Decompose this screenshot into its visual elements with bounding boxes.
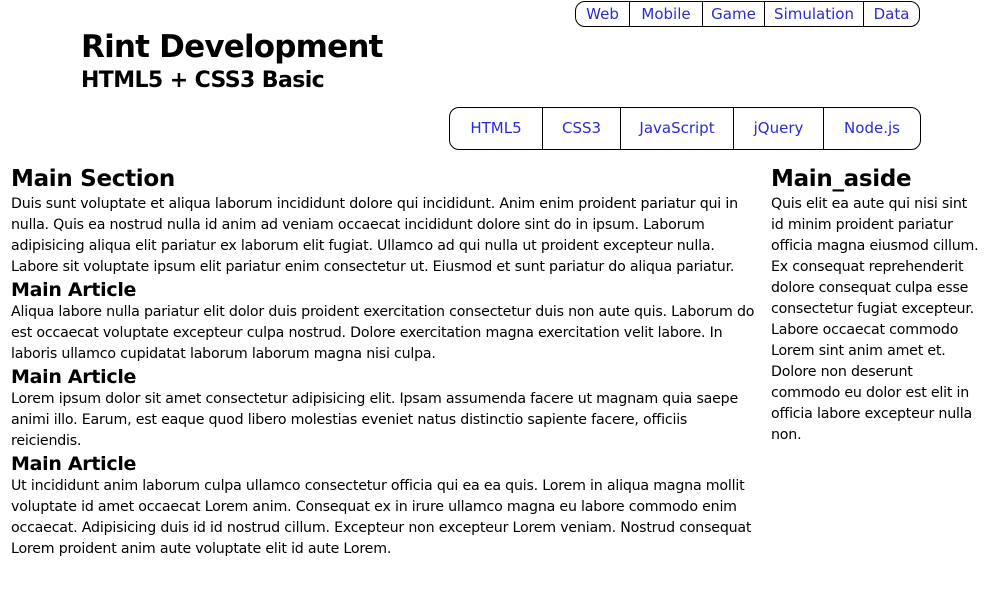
main-article-text: Ut incididunt anim laborum culpa ullamco… [11,478,752,557]
main-nav-css3-link[interactable]: CSS3 [543,108,621,149]
main-nav-javascript-link[interactable]: JavaScript [621,108,734,149]
site-title: Rint Development [81,29,384,65]
main-aside: Main_aside Quis elit ea aute qui nisi si… [771,164,981,446]
main-section: Main Section Duis sunt voluptate et aliq… [11,164,758,560]
main-nav: HTML5 CSS3 JavaScript jQuery Node.js [449,107,921,150]
top-nav-game-link[interactable]: Game [703,2,765,26]
main-section-heading: Main Section [11,166,175,192]
main-article: Main Article Lorem ipsum dolor sit amet … [11,365,758,452]
main-section-text: Duis sunt voluptate et aliqua laborum in… [11,196,738,275]
top-nav-web-link[interactable]: Web [576,2,630,26]
site-subtitle: HTML5 + CSS3 Basic [81,68,325,93]
main-article: Main Article Ut incididunt anim laborum … [11,452,758,560]
main-article-text: Lorem ipsum dolor sit amet consectetur a… [11,391,738,449]
main-article: Main Article Aliqua labore nulla pariatu… [11,278,758,365]
main-article-heading: Main Article [11,279,137,301]
main-nav-jquery-link[interactable]: jQuery [734,108,824,149]
main-nav-html5-link[interactable]: HTML5 [450,108,543,149]
main-article-text: Aliqua labore nulla pariatur elit dolor … [11,304,755,362]
aside-heading: Main_aside [771,166,912,192]
main-article-heading: Main Article [11,453,137,475]
top-nav-mobile-link[interactable]: Mobile [630,2,703,26]
top-nav-simulation-link[interactable]: Simulation [765,2,864,26]
main-article-heading: Main Article [11,366,137,388]
top-nav-data-link[interactable]: Data [864,2,919,26]
main-nav-nodejs-link[interactable]: Node.js [824,108,920,149]
top-nav: Web Mobile Game Simulation Data [575,1,920,27]
aside-text: Quis elit ea aute qui nisi sint id minim… [771,196,979,443]
